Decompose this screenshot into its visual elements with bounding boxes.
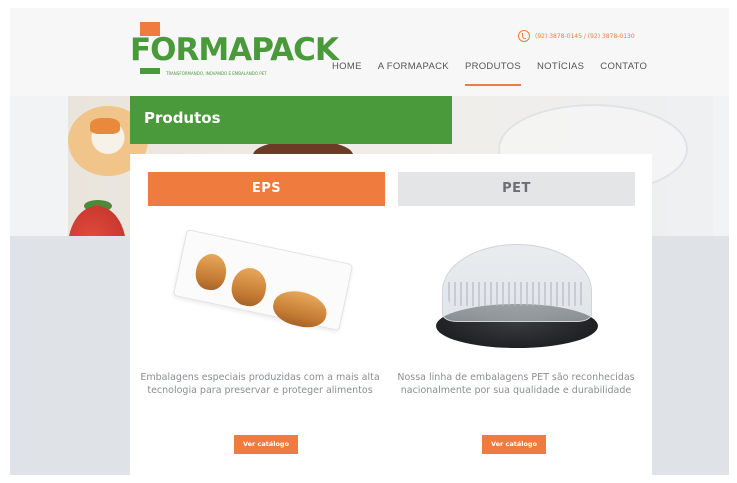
- nav-contato[interactable]: CONTATO: [592, 60, 655, 86]
- nav-a-formapack[interactable]: A FORMAPACK: [370, 60, 457, 86]
- logo-tagline: TRANSFORMANDO, INOVANDO E EMBALANDO PET: [166, 71, 267, 76]
- nav-produtos[interactable]: PRODUTOS: [457, 60, 529, 86]
- nav-noticias[interactable]: NOTÍCIAS: [529, 60, 592, 86]
- products-card: EPS PET Embalagens especiais produzidas …: [130, 154, 652, 475]
- logo-underline-icon: [140, 68, 160, 74]
- main-nav: HOME A FORMAPACK PRODUTOS NOTÍCIAS CONTA…: [324, 60, 655, 86]
- whatsapp-phone-icon: [518, 30, 530, 42]
- pet-catalog-button[interactable]: Ver catálogo: [482, 435, 546, 454]
- nav-home[interactable]: HOME: [324, 60, 370, 86]
- eps-catalog-button[interactable]: Ver catálogo: [234, 435, 298, 454]
- phone-contact: (92) 3878-0145 / (92) 3878-0130: [518, 30, 635, 42]
- tab-pet[interactable]: PET: [398, 172, 635, 206]
- phone-numbers: (92) 3878-0145 / (92) 3878-0130: [535, 32, 635, 40]
- formapack-logo[interactable]: FORMAPACK TRANSFORMANDO, INOVANDO E EMBA…: [130, 22, 339, 78]
- pet-description: Nossa linha de embalagens PET são reconh…: [397, 372, 635, 396]
- pet-lid-ribs-image: [448, 282, 586, 306]
- cream-image: [90, 118, 120, 134]
- site-header: FORMAPACK TRANSFORMANDO, INOVANDO E EMBA…: [10, 8, 729, 96]
- page-title: Produtos: [130, 96, 452, 144]
- tab-eps[interactable]: EPS: [148, 172, 385, 206]
- logo-wordmark: FORMAPACK: [130, 32, 339, 68]
- eps-description: Embalagens especiais produzidas com a ma…: [140, 372, 380, 396]
- website-page: FORMAPACK TRANSFORMANDO, INOVANDO E EMBA…: [10, 8, 729, 475]
